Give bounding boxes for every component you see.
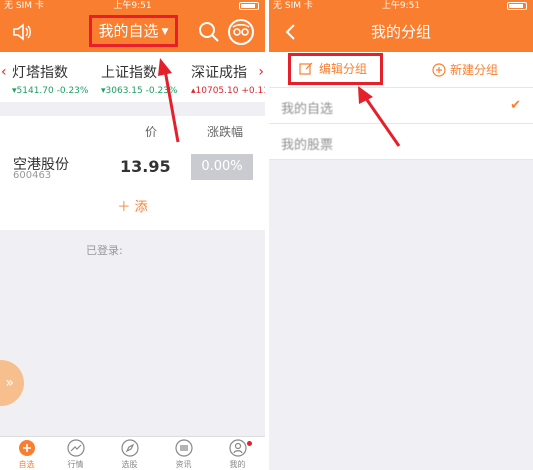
group-item[interactable]: 我的股票 bbox=[269, 124, 533, 160]
battery-icon bbox=[239, 2, 259, 10]
group-screen: 无 SIM 卡 上午9:51 我的分组 编辑分组 新建分组 我的自选 ✔ 我的股… bbox=[269, 0, 533, 470]
tab-stock-picker[interactable]: 选股 bbox=[103, 439, 156, 470]
avatar-icon[interactable] bbox=[227, 18, 255, 46]
list-header: 价 涨跌幅 bbox=[0, 116, 265, 144]
status-bar: 无 SIM 卡 上午9:51 bbox=[0, 0, 265, 12]
group-label: 我的自选 bbox=[281, 102, 334, 117]
tab-profile[interactable]: 我的 bbox=[211, 439, 264, 470]
edit-icon bbox=[299, 62, 313, 75]
compass-icon bbox=[120, 439, 139, 457]
plus-circle-icon bbox=[432, 63, 446, 77]
index-name: 灯塔指数 bbox=[12, 65, 68, 81]
status-bar: 无 SIM 卡 上午9:51 bbox=[269, 0, 533, 12]
login-status: 已登录: bbox=[86, 244, 123, 257]
tab-market[interactable]: 行情 bbox=[49, 439, 102, 470]
speaker-icon[interactable] bbox=[10, 20, 34, 44]
watchlist-title-dropdown[interactable]: 我的自选 ▼ bbox=[89, 15, 178, 47]
index-ticker[interactable]: ‹ 灯塔指数 ▾5141.70 -0.23% 上证指数 ▾3063.15 -0.… bbox=[0, 52, 265, 102]
chevron-right-icon[interactable]: › bbox=[258, 64, 264, 80]
checkmark-icon: ✔ bbox=[510, 98, 521, 113]
status-time: 上午9:51 bbox=[381, 1, 421, 11]
index-item[interactable]: 深证成指 ▴10705.10 +0.11% bbox=[191, 62, 265, 96]
group-toolbar: 编辑分组 新建分组 bbox=[269, 52, 533, 88]
chevron-left-icon[interactable]: ‹ bbox=[1, 64, 7, 80]
column-change[interactable]: 涨跌幅 bbox=[207, 123, 243, 140]
trend-icon bbox=[66, 439, 85, 457]
stock-row[interactable]: 空港股份 600463 13.95 0.00% bbox=[0, 144, 265, 186]
index-name: 上证指数 bbox=[101, 65, 157, 81]
stock-price: 13.95 bbox=[120, 157, 171, 176]
news-icon bbox=[174, 439, 193, 457]
user-icon bbox=[228, 439, 247, 457]
index-name: 深证成指 bbox=[191, 65, 247, 81]
caret-down-icon: ▼ bbox=[161, 26, 169, 37]
index-value: ▾5141.70 -0.23% bbox=[12, 86, 89, 96]
tab-watchlist[interactable]: 自选 bbox=[0, 439, 53, 470]
notification-dot bbox=[247, 441, 252, 446]
index-item[interactable]: 上证指数 ▾3063.15 -0.23% bbox=[101, 62, 177, 96]
expand-fab-button[interactable]: » bbox=[0, 360, 24, 406]
search-icon[interactable] bbox=[197, 20, 221, 44]
column-price[interactable]: 价 bbox=[145, 123, 157, 140]
index-value: ▴10705.10 +0.11% bbox=[191, 86, 265, 96]
add-stock-button[interactable]: ＋ 添 bbox=[0, 186, 265, 230]
edit-group-button[interactable]: 编辑分组 bbox=[288, 53, 383, 85]
plus-icon: ＋ bbox=[117, 200, 131, 215]
nav-title: 我的自选 bbox=[98, 22, 159, 40]
plus-circle-icon bbox=[18, 440, 35, 456]
stock-code: 600463 bbox=[13, 170, 52, 181]
add-label: 添 bbox=[134, 200, 148, 215]
index-value: ▾3063.15 -0.23% bbox=[101, 86, 178, 96]
group-label: 我的股票 bbox=[281, 138, 334, 153]
battery-icon bbox=[507, 2, 527, 10]
page-title: 我的分组 bbox=[370, 23, 431, 41]
group-item[interactable]: 我的自选 ✔ bbox=[269, 88, 533, 124]
tab-news[interactable]: 资讯 bbox=[157, 439, 210, 470]
stock-change-badge[interactable]: 0.00% bbox=[191, 154, 253, 180]
new-group-button[interactable]: 新建分组 bbox=[432, 61, 498, 78]
tab-bar: 自选 行情 选股 资讯 我的 bbox=[0, 436, 265, 470]
status-time: 上午9:51 bbox=[113, 1, 152, 11]
index-item[interactable]: 灯塔指数 ▾5141.70 -0.23% bbox=[12, 62, 88, 96]
nav-bar: 我的自选 ▼ bbox=[0, 12, 265, 52]
nav-bar: 我的分组 bbox=[269, 12, 533, 52]
watchlist-screen: 无 SIM 卡 上午9:51 我的自选 ▼ ‹ 灯塔指数 ▾5141.70 -0.… bbox=[0, 0, 265, 470]
